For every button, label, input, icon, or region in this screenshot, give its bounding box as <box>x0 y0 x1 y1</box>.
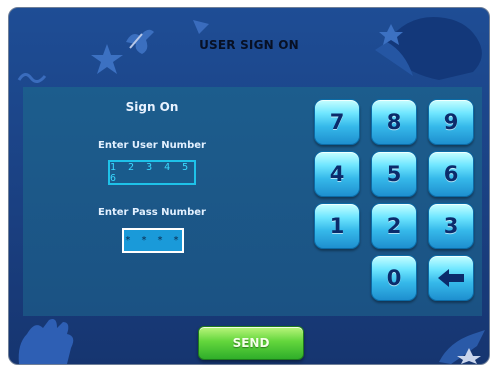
user-number-field[interactable]: 1 2 3 4 5 6 <box>108 160 196 185</box>
page-title: USER SIGN ON <box>199 38 299 52</box>
key-6-button[interactable]: 6 <box>428 151 474 197</box>
key-2-button[interactable]: 2 <box>371 203 417 249</box>
key-label: 3 <box>443 214 459 238</box>
pass-number-field[interactable]: * * * * <box>122 228 184 253</box>
key-1-button[interactable]: 1 <box>314 203 360 249</box>
key-4-button[interactable]: 4 <box>314 151 360 197</box>
sign-on-heading: Sign On <box>125 100 179 114</box>
swoosh-decoration-icon <box>439 330 485 364</box>
key-7-button[interactable]: 7 <box>314 99 360 145</box>
key-label: 8 <box>386 110 402 134</box>
send-button[interactable]: SEND <box>198 326 304 360</box>
key-label: 6 <box>443 162 459 186</box>
squiggle-decoration-icon <box>17 73 47 83</box>
key-label: 7 <box>329 110 345 134</box>
key-8-button[interactable]: 8 <box>371 99 417 145</box>
backspace-button[interactable] <box>428 255 474 301</box>
key-0-button[interactable]: 0 <box>371 255 417 301</box>
key-label: 0 <box>386 266 402 290</box>
key-5-button[interactable]: 5 <box>371 151 417 197</box>
key-label: 2 <box>386 214 402 238</box>
key-3-button[interactable]: 3 <box>428 203 474 249</box>
key-label: 1 <box>329 214 345 238</box>
key-9-button[interactable]: 9 <box>428 99 474 145</box>
shape-decoration-icon <box>193 20 209 34</box>
key-label: 9 <box>443 110 459 134</box>
pass-number-label: Enter Pass Number <box>98 207 206 218</box>
user-number-label: Enter User Number <box>98 140 206 151</box>
send-label: SEND <box>232 336 270 350</box>
left-arrow-icon <box>438 269 464 287</box>
key-label: 4 <box>329 162 345 186</box>
key-label: 5 <box>386 162 402 186</box>
hand-decoration-icon <box>18 319 74 364</box>
